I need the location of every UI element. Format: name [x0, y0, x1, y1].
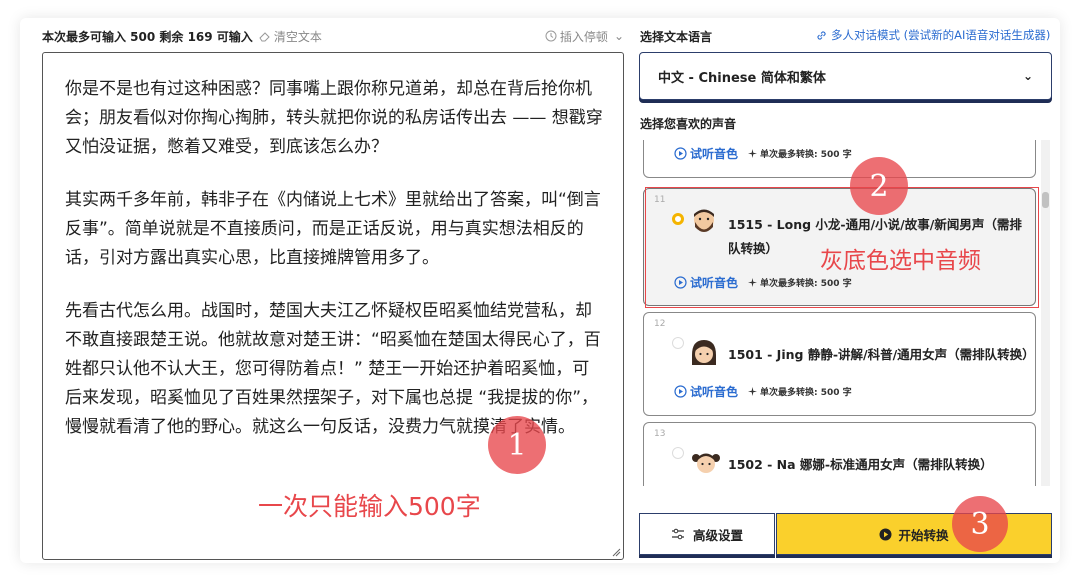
voice-radio[interactable] [672, 337, 684, 349]
voice-actions: 试听音色 单次最多转换: 500 字 [674, 145, 852, 162]
listen-label: 试听音色 [690, 147, 739, 161]
listen-button[interactable]: 试听音色 [674, 145, 738, 162]
editor-header: 本次最多可输入 500 剩余 169 可输入 清空文本 插入停顿 ⌄ [42, 27, 624, 45]
advanced-settings-button[interactable]: 高级设置 [639, 513, 775, 555]
step-marker-1: 1 [488, 416, 546, 474]
voice-radio[interactable] [672, 447, 684, 459]
link-icon [817, 30, 826, 40]
female-avatar-icon [692, 340, 716, 365]
max-chars-text: 单次最多转换: 500 字 [748, 385, 852, 398]
max-chars-label: 单次最多转换: 500 字 [760, 150, 852, 160]
chevron-down-icon: ⌄ [1022, 69, 1033, 83]
voice-index: 12 [654, 319, 666, 329]
insert-pause-button[interactable]: 插入停顿 ⌄ [545, 28, 624, 45]
start-convert-label: 开始转换 [898, 527, 949, 543]
step-marker-2: 2 [850, 157, 908, 215]
clear-text-label: 清空文本 [273, 29, 322, 44]
text-editor[interactable]: 你是不是也有过这种困惑？同事嘴上跟你称兄道弟，却总在背后抢你机会；朋友看似对你掏… [42, 52, 624, 560]
play-circle-icon [674, 147, 687, 160]
resize-handle-icon[interactable] [611, 547, 621, 557]
voice-actions: 试听音色 单次最多转换: 500 字 [674, 383, 852, 400]
multi-dialog-link-label: 多人对话模式 (尝试新的AI语音对话生成器) [831, 28, 1051, 42]
sparkle-icon [748, 149, 758, 158]
voice-label: 选择您喜欢的声音 [640, 117, 737, 131]
play-circle-icon [879, 528, 892, 540]
language-select[interactable]: 中文 - Chinese 简体和繁体 ⌄ [639, 52, 1052, 100]
play-circle-icon [674, 385, 687, 398]
language-select-value: 中文 - Chinese 简体和繁体 [658, 70, 826, 86]
voice-name: 1501 - Jing 静静-讲解/科普/通用女声（需排队转换） [728, 347, 1035, 362]
voice-name: 1502 - Na 娜娜-标准通用女声（需排队转换） [728, 457, 993, 472]
listen-label: 试听音色 [690, 385, 739, 399]
female-avatar-icon [692, 453, 720, 473]
start-convert-button[interactable]: 开始转换 [776, 513, 1052, 555]
clock-icon [545, 30, 557, 42]
voice-list-scrollbar[interactable] [1041, 140, 1050, 486]
editor-annotation: 一次只能输入500字 [258, 492, 481, 521]
editor-paragraph-2: 其实两千多年前，韩非子在《内储说上七术》里就给出了答案，叫“倒言反事”。简单说就… [65, 190, 601, 268]
voice-annotation: 灰底色选中音频 [820, 248, 981, 274]
eraser-icon [259, 32, 270, 42]
insert-pause-label: 插入停顿 [559, 29, 608, 44]
sparkle-icon [748, 387, 758, 396]
listen-button[interactable]: 试听音色 [674, 383, 738, 400]
step-marker-3: 3 [952, 496, 1008, 552]
voice-index: 13 [654, 429, 666, 439]
chevron-down-icon: ⌄ [613, 29, 624, 43]
voice-card[interactable]: 12 1501 - Jing 静静-讲解/科普/通用女声（需排队转换） 试听音色… [643, 312, 1036, 416]
advanced-settings-label: 高级设置 [692, 527, 743, 543]
max-chars-label: 单次最多转换: 500 字 [760, 388, 852, 398]
editor-paragraph-1: 你是不是也有过这种困惑？同事嘴上跟你称兄道弟，却总在背后抢你机会；朋友看似对你掏… [65, 79, 603, 157]
max-chars-text: 单次最多转换: 500 字 [748, 147, 852, 160]
language-label: 选择文本语言 [640, 30, 713, 44]
voice-card[interactable]: 13 1502 - Na 娜娜-标准通用女声（需排队转换） [643, 422, 1036, 486]
voice-card-partial[interactable]: 试听音色 单次最多转换: 500 字 [643, 140, 1036, 178]
multi-dialog-link[interactable]: 多人对话模式 (尝试新的AI语音对话生成器) [816, 27, 1050, 43]
clear-text-button[interactable]: 清空文本 [259, 28, 322, 45]
sliders-icon [671, 528, 684, 540]
scrollbar-thumb[interactable] [1042, 192, 1049, 208]
char-limit-text: 本次最多可输入 500 剩余 169 可输入 [42, 29, 253, 44]
